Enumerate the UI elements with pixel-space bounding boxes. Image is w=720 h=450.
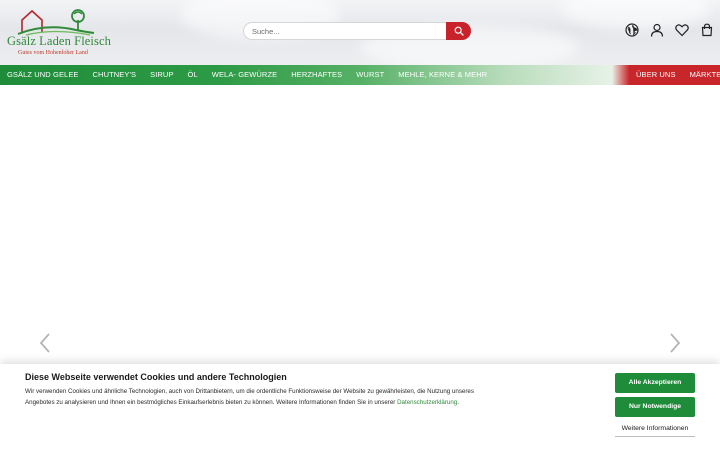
chevron-left-icon[interactable] — [38, 332, 52, 354]
nav-item-sirup[interactable]: Sirup — [143, 65, 180, 85]
house-tree-logo-icon — [17, 9, 95, 36]
search-input[interactable] — [243, 22, 447, 40]
privacy-policy-link[interactable]: Datenschutzerklärung — [397, 399, 457, 406]
nav-item-wela-gewuerze[interactable]: Wela- Gewürze — [205, 65, 284, 85]
cookie-banner: Diese Webseite verwendet Cookies und and… — [0, 364, 720, 450]
cookie-text-end: . — [457, 398, 459, 406]
chevron-right-icon[interactable] — [668, 332, 682, 354]
info-menu: Über uns Märkte — [629, 65, 720, 85]
cookie-title: Diese Webseite verwendet Cookies und and… — [25, 372, 287, 382]
heart-icon[interactable] — [675, 23, 689, 37]
search-bar — [243, 22, 471, 40]
main-navigation: Gsälz und Gelee Chutney's Sirup Öl Wela-… — [0, 65, 720, 85]
cart-icon[interactable] — [700, 23, 714, 37]
logo-subtitle: Gutes vom Hohenloher Land — [18, 50, 88, 56]
nav-item-ueber-uns[interactable]: Über uns — [629, 65, 683, 85]
necessary-cookies-only-button[interactable]: Nur Notwendige — [615, 397, 695, 417]
globe-icon[interactable] — [625, 23, 639, 37]
search-button[interactable] — [446, 22, 471, 40]
nav-item-chutneys[interactable]: Chutney's — [86, 65, 144, 85]
search-icon — [454, 26, 464, 36]
nav-item-herzhaftes[interactable]: Herzhaftes — [284, 65, 349, 85]
site-header: Gsälz Laden Fleisch Gutes vom Hohenloher… — [0, 0, 720, 65]
nav-item-gsaelz-und-gelee[interactable]: Gsälz und Gelee — [0, 65, 86, 85]
more-information-button[interactable]: Weitere Informationen — [615, 422, 695, 437]
hero-slider — [0, 85, 720, 365]
nav-item-oel[interactable]: Öl — [181, 65, 205, 85]
accept-all-cookies-button[interactable]: Alle Akzeptieren — [615, 373, 695, 393]
header-actions — [625, 23, 714, 39]
nav-item-maerkte[interactable]: Märkte — [683, 65, 720, 85]
site-logo[interactable]: Gsälz Laden Fleisch Gutes vom Hohenloher… — [6, 8, 111, 56]
user-icon[interactable] — [650, 23, 664, 37]
category-menu: Gsälz und Gelee Chutney's Sirup Öl Wela-… — [0, 65, 494, 85]
nav-item-mehle-kerne-mehr[interactable]: Mehle, Kerne & mehr — [391, 65, 494, 85]
cookie-text: Wir verwenden Cookies und ähnliche Techn… — [25, 387, 495, 408]
logo-title: Gsälz Laden Fleisch — [7, 34, 111, 48]
nav-item-wurst[interactable]: Wurst — [349, 65, 391, 85]
